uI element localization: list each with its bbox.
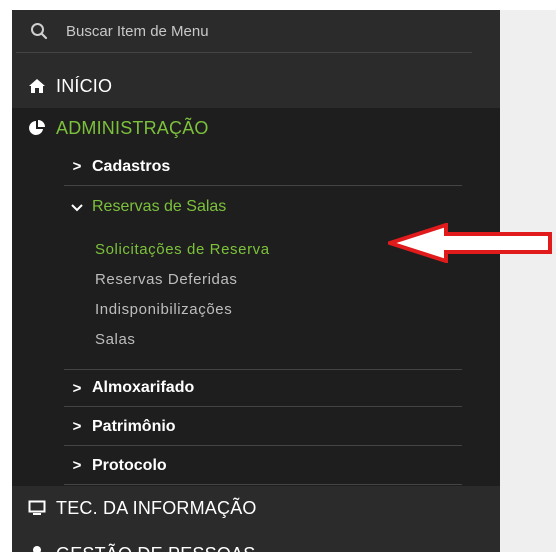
submenu-item-almoxarifado[interactable]: > Almoxarifado <box>64 369 462 407</box>
menu-item-gestao-de-pessoas[interactable]: GESTÃO DE PESSOAS <box>12 534 500 552</box>
leaf-item-solicitacoes-de-reserva[interactable]: Solicitações de Reserva <box>95 241 270 258</box>
search-icon <box>28 20 50 42</box>
submenu-item-label: Cadastros <box>92 157 171 175</box>
submenu-item-label: Protocolo <box>92 456 167 474</box>
submenu-item-label: Reservas de Salas <box>92 198 227 215</box>
menu-item-tec-da-informacao[interactable]: TEC. DA INFORMAÇÃO <box>12 488 500 528</box>
chevron-down-icon <box>68 199 86 216</box>
chevron-right-icon: > <box>72 158 82 175</box>
content-area <box>500 10 556 552</box>
chevron-right-icon: > <box>72 418 82 435</box>
submenu-item-label: Almoxarifado <box>92 379 195 396</box>
leaf-item-salas[interactable]: Salas <box>95 331 136 348</box>
menu-item-inicio[interactable]: INÍCIO <box>12 66 500 106</box>
menu-item-label: ADMINISTRAÇÃO <box>56 117 209 138</box>
submenu-item-label: Patrimônio <box>92 417 176 435</box>
chevron-right-icon: > <box>72 379 82 397</box>
user-icon <box>26 543 48 552</box>
administracao-submenu: > Cadastros Reservas de Salas Solicitaçõ… <box>12 148 500 486</box>
menu-item-label: INÍCIO <box>56 75 113 96</box>
submenu-item-reservas-de-salas[interactable]: Reservas de Salas <box>64 188 462 226</box>
search-input[interactable] <box>64 21 448 41</box>
leaf-item-indisponibilizacoes[interactable]: Indisponibilizações <box>95 301 232 318</box>
home-icon <box>26 75 48 97</box>
page: INÍCIO ADMINISTRAÇÃO > Cadastros Reserva… <box>0 0 556 552</box>
submenu-item-cadastros[interactable]: > Cadastros <box>64 148 462 186</box>
leaf-item-reservas-deferidas[interactable]: Reservas Deferidas <box>95 271 238 288</box>
menu-search <box>16 10 472 53</box>
menu-item-label: GESTÃO DE PESSOAS <box>56 544 255 552</box>
submenu-item-protocolo[interactable]: > Protocolo <box>64 447 462 485</box>
pie-chart-icon <box>26 117 48 139</box>
menu-item-administracao[interactable]: ADMINISTRAÇÃO <box>12 108 500 148</box>
menu-item-label: TEC. DA INFORMAÇÃO <box>56 497 257 518</box>
red-arrow-icon <box>383 222 554 268</box>
chevron-right-icon: > <box>72 457 82 474</box>
submenu-item-patrimonio[interactable]: > Patrimônio <box>64 408 462 446</box>
monitor-icon <box>26 497 48 519</box>
sidebar-menu: INÍCIO ADMINISTRAÇÃO > Cadastros Reserva… <box>12 10 500 552</box>
